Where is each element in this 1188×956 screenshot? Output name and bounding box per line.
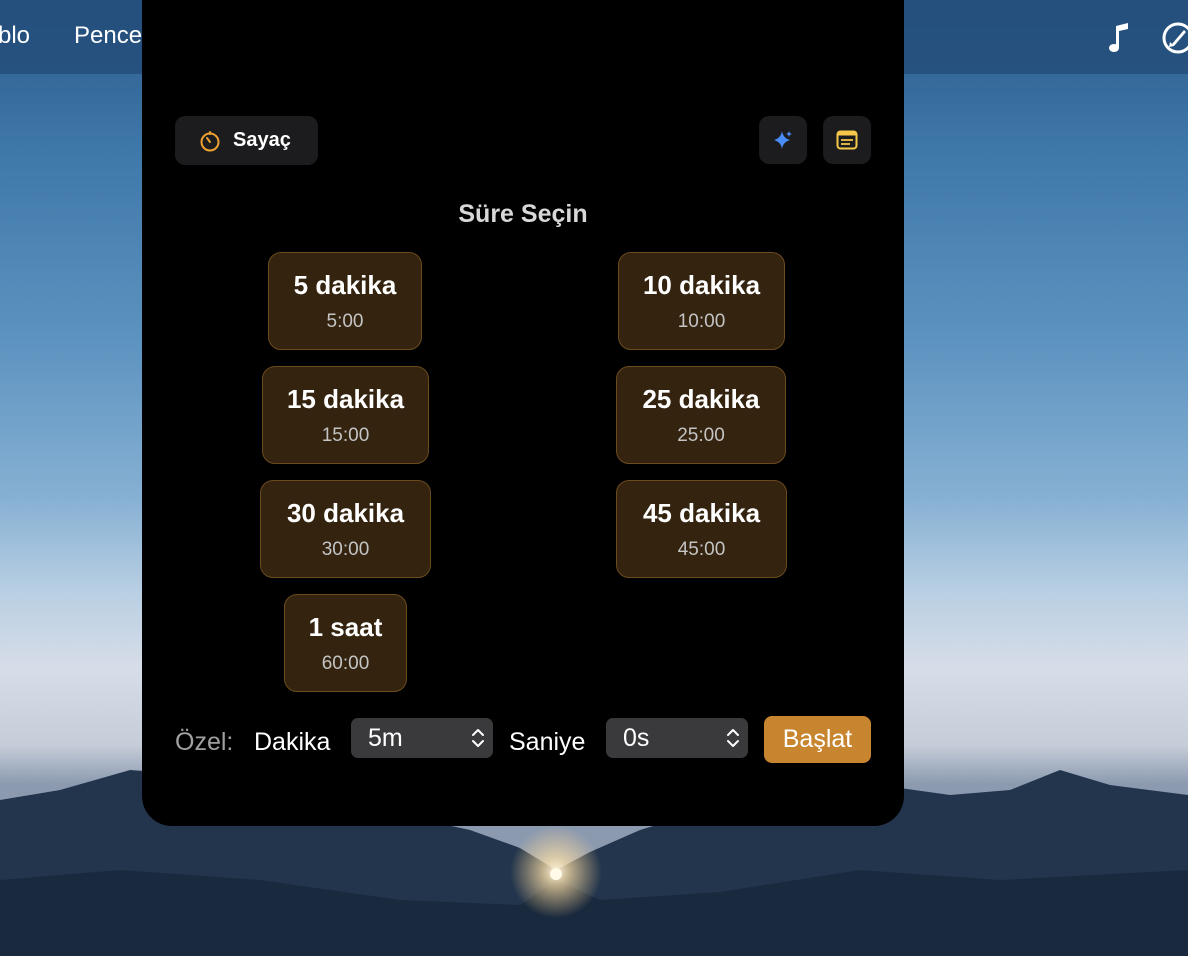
custom-label: Özel: [175,728,234,756]
preset-15-min-button[interactable]: 15 dakika 15:00 [262,366,429,464]
timer-icon [200,130,220,151]
preset-label: 1 saat [308,611,383,642]
music-note-icon[interactable] [1106,20,1136,56]
preset-10-min-button[interactable]: 10 dakika 10:00 [618,252,785,350]
preset-5-min-button[interactable]: 5 dakika 5:00 [268,252,422,350]
preset-time: 45:00 [677,538,726,560]
chevron-up-down-icon[interactable] [463,727,493,749]
custom-duration-row: Özel: Dakika 5m Saniye 0s Başlat [142,716,904,763]
preset-label: 30 dakika [286,497,405,528]
chevron-up-down-icon[interactable] [718,727,748,749]
preset-label: 15 dakika [286,383,405,414]
preset-time: 5:00 [326,310,364,332]
preset-time: 15:00 [321,424,370,446]
timer-panel: Sayaç Süre Seçin 5 dakika 5:00 10 dakika… [142,0,904,826]
duration-title: Süre Seçin [458,200,588,228]
preset-1-hour-button[interactable]: 1 saat 60:00 [284,594,407,692]
minutes-stepper[interactable]: 5m [351,718,493,758]
seconds-value: 0s [623,723,650,752]
preset-time: 60:00 [321,652,370,674]
preset-label: 45 dakika [642,497,761,528]
preset-label: 10 dakika [642,269,761,300]
preset-label: 5 dakika [293,269,397,300]
sparkle-icon [774,131,792,149]
seconds-stepper[interactable]: 0s [606,718,748,758]
mode-selector-button[interactable]: Sayaç [175,116,318,165]
seconds-label: Saniye [509,728,586,756]
preset-time: 30:00 [321,538,370,560]
rocket-icon[interactable] [1160,20,1188,56]
notes-button[interactable] [823,116,871,164]
menu-item[interactable]: blo [0,22,30,50]
note-icon [836,130,858,150]
preset-45-min-button[interactable]: 45 dakika 45:00 [616,480,787,578]
preset-30-min-button[interactable]: 30 dakika 30:00 [260,480,431,578]
preset-time: 10:00 [677,310,726,332]
preset-time: 25:00 [677,424,725,446]
mode-label: Sayaç [233,129,291,151]
menu-item[interactable]: Pence [74,22,142,50]
start-button[interactable]: Başlat [764,716,871,763]
ai-sparkle-button[interactable] [759,116,807,164]
preset-label: 25 dakika [642,383,760,414]
minutes-value: 5m [368,723,403,752]
minutes-label: Dakika [254,728,331,756]
preset-25-min-button[interactable]: 25 dakika 25:00 [616,366,786,464]
